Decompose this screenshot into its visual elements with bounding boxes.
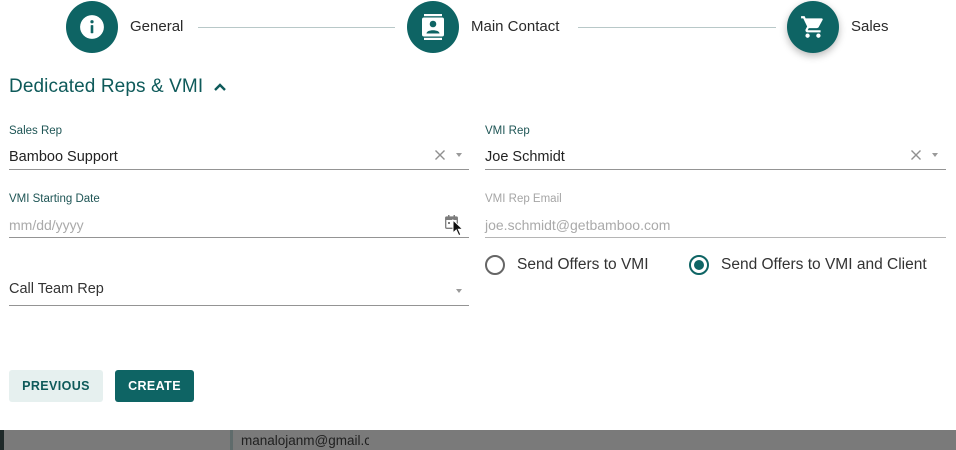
background-table-row: manalojanm@gmail.c [0, 430, 956, 450]
clear-icon[interactable] [434, 149, 446, 161]
step-connector [578, 27, 776, 28]
create-button[interactable]: CREATE [115, 370, 194, 402]
section-header-toggle[interactable]: Dedicated Reps & VMI [9, 76, 227, 98]
step-general-circle[interactable] [66, 1, 118, 53]
radio-button-checked[interactable] [689, 255, 709, 275]
chevron-up-icon [213, 82, 227, 92]
shopping-cart-icon [801, 16, 823, 38]
call-team-rep-label: Call Team Rep [9, 281, 104, 297]
vmi-rep-email-field: VMI Rep Email joe.schmidt@getbamboo.com [485, 193, 946, 239]
field-underline [485, 237, 946, 238]
step-sales-circle[interactable] [787, 1, 839, 53]
field-underline [9, 237, 469, 238]
call-team-rep-select[interactable]: Call Team Rep [9, 281, 469, 307]
row-divider [230, 430, 233, 450]
section-title: Dedicated Reps & VMI [9, 76, 204, 97]
chevron-down-icon[interactable] [456, 153, 462, 157]
step-main-contact-circle[interactable] [407, 1, 459, 53]
radio-send-offers-vmi-and-client[interactable]: Send Offers to VMI and Client [689, 255, 927, 275]
vmi-rep-value: Joe Schmidt [485, 149, 565, 165]
step-main-contact-label[interactable]: Main Contact [471, 18, 559, 35]
field-underline [485, 169, 946, 170]
radio-send-offers-vmi[interactable]: Send Offers to VMI [485, 255, 649, 275]
vmi-rep-label: VMI Rep [485, 125, 530, 137]
vmi-starting-date-label: VMI Starting Date [9, 193, 100, 205]
chevron-down-icon[interactable] [456, 289, 462, 293]
step-sales-label[interactable]: Sales [851, 18, 889, 35]
radio-send-offers-vmi-and-client-label: Send Offers to VMI and Client [721, 256, 927, 273]
contact-card-icon [422, 14, 444, 40]
sales-rep-label: Sales Rep [9, 125, 63, 137]
info-icon [80, 15, 104, 39]
radio-dot [694, 260, 704, 270]
step-general-label[interactable]: General [130, 18, 183, 35]
mouse-cursor-icon [452, 219, 464, 237]
clear-icon[interactable] [910, 149, 922, 161]
sales-rep-value: Bamboo Support [9, 149, 118, 165]
background-email-text: manalojanm@gmail.c [241, 433, 369, 448]
step-connector [198, 27, 395, 28]
chevron-down-icon[interactable] [932, 153, 938, 157]
vmi-rep-email-label: VMI Rep Email [485, 193, 562, 205]
vmi-starting-date-placeholder: mm/dd/yyyy [9, 217, 84, 233]
vmi-rep-email-value: joe.schmidt@getbamboo.com [485, 217, 671, 233]
row-edge [0, 430, 4, 450]
sales-rep-select[interactable]: Sales Rep Bamboo Support [9, 125, 469, 171]
stepper: General Main Contact Sales [0, 0, 956, 56]
field-underline [9, 305, 469, 306]
field-underline [9, 169, 469, 170]
previous-button[interactable]: PREVIOUS [9, 370, 103, 402]
radio-button[interactable] [485, 255, 505, 275]
vmi-starting-date-field[interactable]: VMI Starting Date mm/dd/yyyy [9, 193, 469, 239]
radio-send-offers-vmi-label: Send Offers to VMI [517, 256, 649, 273]
vmi-rep-select[interactable]: VMI Rep Joe Schmidt [485, 125, 946, 171]
